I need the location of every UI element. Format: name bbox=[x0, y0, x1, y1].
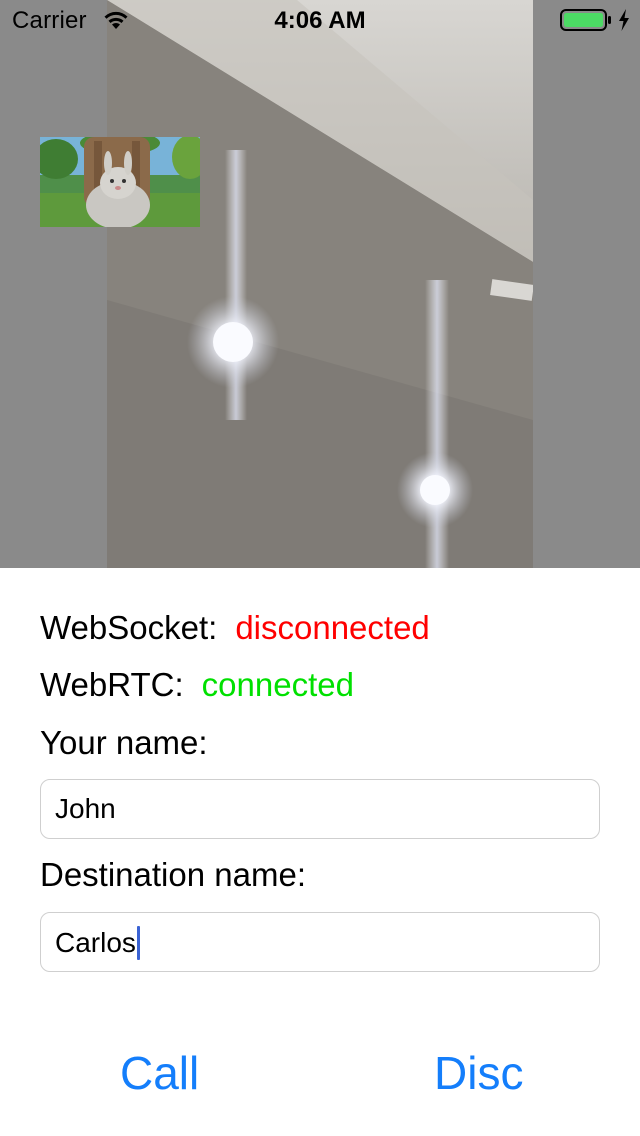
remote-video-frame bbox=[107, 0, 533, 568]
call-button[interactable]: Call bbox=[120, 1046, 199, 1100]
destination-name-text: Carlos bbox=[55, 926, 140, 960]
disconnect-button[interactable]: Disc bbox=[434, 1046, 523, 1100]
clock: 4:06 AM bbox=[274, 7, 366, 34]
text-cursor bbox=[136, 926, 140, 960]
websocket-status-value: disconnected bbox=[235, 609, 430, 646]
destination-name-value: Carlos bbox=[55, 927, 136, 958]
charging-bolt-icon bbox=[619, 9, 629, 31]
your-name-label: Your name: bbox=[40, 724, 208, 761]
battery-icon bbox=[560, 9, 611, 31]
websocket-status: WebSocket: disconnected bbox=[40, 609, 430, 647]
video-area bbox=[0, 0, 640, 568]
status-bar: Carrier 4:06 AM bbox=[0, 0, 640, 40]
websocket-label: WebSocket: bbox=[40, 609, 218, 646]
local-video-frame bbox=[40, 137, 200, 227]
webrtc-status: WebRTC: connected bbox=[40, 666, 354, 704]
local-video-preview bbox=[40, 137, 200, 227]
webrtc-label: WebRTC: bbox=[40, 666, 184, 703]
destination-name-label: Destination name: bbox=[40, 856, 306, 893]
webrtc-status-value: connected bbox=[201, 666, 354, 703]
your-name-field[interactable]: John bbox=[40, 779, 600, 839]
destination-name-field[interactable]: Carlos bbox=[40, 912, 600, 972]
your-name-value: John bbox=[55, 793, 116, 824]
remote-video bbox=[107, 0, 533, 568]
